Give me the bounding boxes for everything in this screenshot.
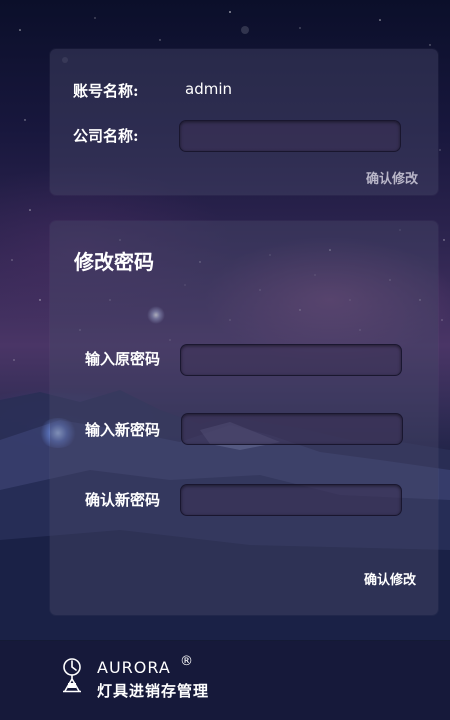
registered-mark: ® xyxy=(180,654,193,669)
account-confirm-button[interactable]: 确认修改 xyxy=(366,168,418,187)
account-name-value: admin xyxy=(185,80,232,98)
lamp-clock-icon xyxy=(63,658,81,693)
brand-name: AURORA xyxy=(97,658,171,677)
confirm-password-input[interactable] xyxy=(180,484,402,516)
password-confirm-button[interactable]: 确认修改 xyxy=(364,569,416,588)
confirm-password-label: 确认新密码 xyxy=(85,491,161,509)
old-password-label: 输入原密码 xyxy=(85,350,161,368)
new-password-label: 输入新密码 xyxy=(85,421,161,439)
company-name-label: 公司名称: xyxy=(73,127,139,145)
company-name-input[interactable] xyxy=(179,120,401,152)
account-name-label: 账号名称: xyxy=(73,82,139,100)
brand-subtitle: 灯具进销存管理 xyxy=(97,682,210,700)
new-password-input[interactable] xyxy=(181,413,403,445)
login-settings-screen: 账号名称: admin 公司名称: 确认修改 修改密码 输入原密码 输入新密码 … xyxy=(0,0,450,720)
change-password-title: 修改密码 xyxy=(74,250,154,274)
old-password-input[interactable] xyxy=(180,344,402,376)
